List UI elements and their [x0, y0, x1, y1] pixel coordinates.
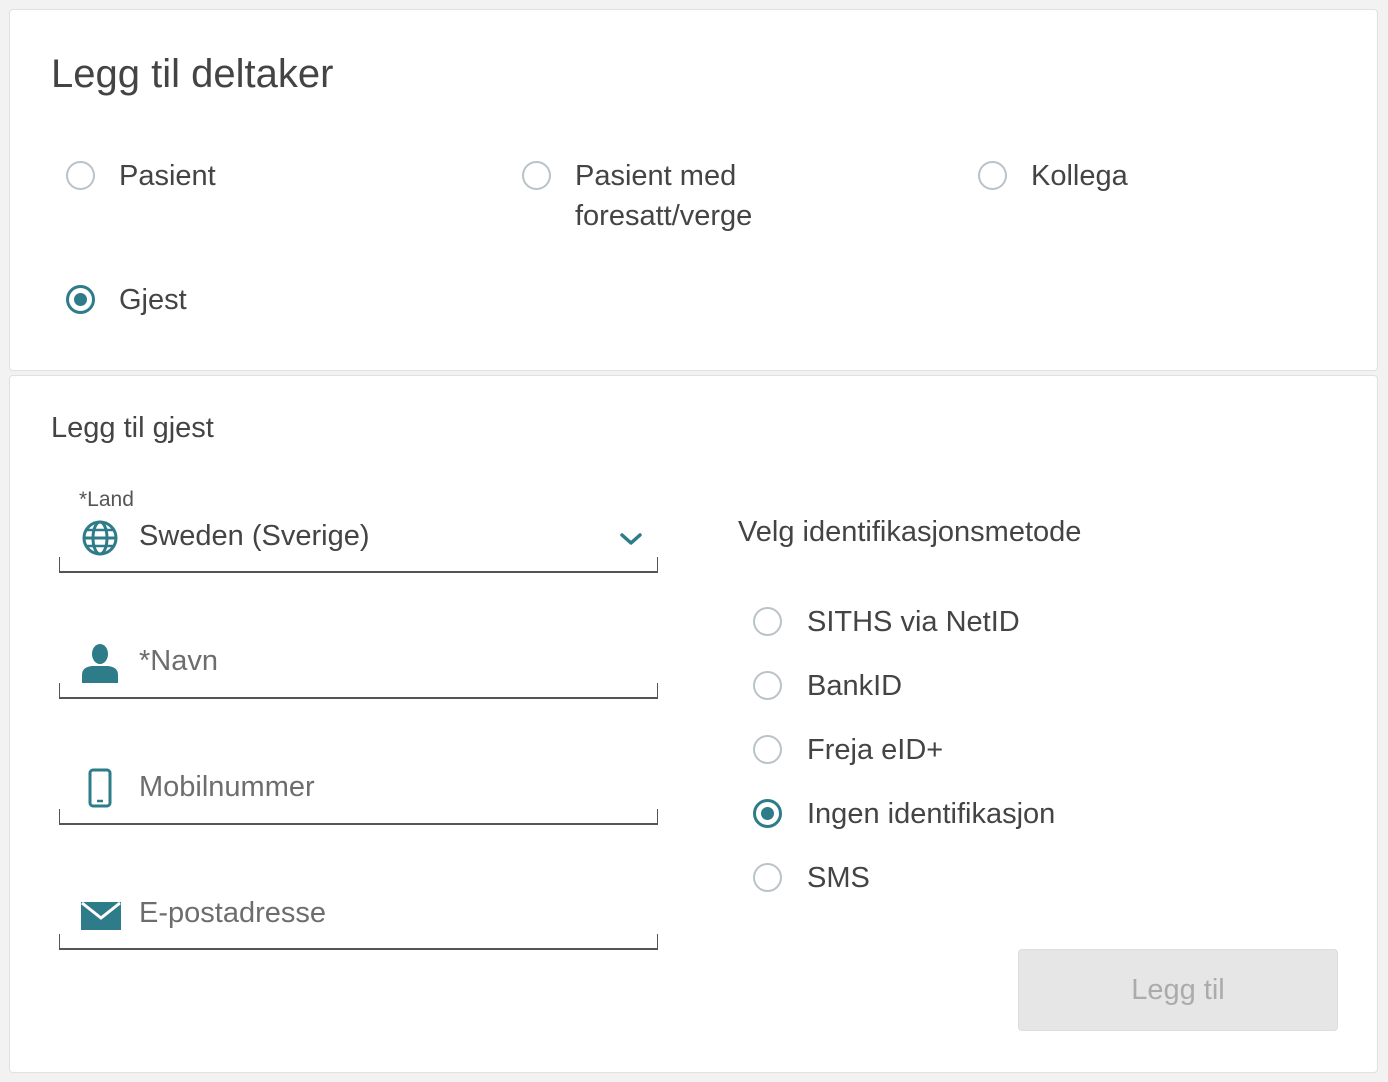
email-underline — [59, 934, 658, 950]
participant-type-card: Legg til deltaker Pasient Pasient med fo… — [9, 9, 1378, 371]
radio-label-gjest[interactable]: Gjest — [119, 280, 187, 320]
name-underline — [59, 683, 658, 699]
identification-title: Velg identifikasjonsmetode — [738, 516, 1082, 548]
radio-label-pasient-med-line2[interactable]: foresatt/verge — [575, 196, 752, 236]
chevron-down-icon[interactable] — [619, 531, 643, 547]
name-input[interactable]: *Navn — [139, 645, 218, 678]
mobile-input[interactable]: Mobilnummer — [139, 771, 315, 804]
radio-pasient[interactable] — [66, 161, 95, 190]
radio-label-sms[interactable]: SMS — [807, 858, 870, 898]
radio-ingen[interactable] — [753, 799, 782, 828]
email-input[interactable]: E-postadresse — [139, 897, 326, 930]
country-label: *Land — [79, 488, 134, 511]
mobile-phone-icon — [88, 768, 112, 808]
person-icon — [82, 644, 118, 683]
country-underline — [59, 557, 658, 573]
country-value[interactable]: Sweden (Sverige) — [139, 520, 370, 553]
globe-icon — [82, 520, 118, 556]
mobile-underline — [59, 809, 658, 825]
radio-label-pasient-med-line1[interactable]: Pasient med — [575, 156, 736, 196]
radio-gjest[interactable] — [66, 285, 95, 314]
radio-label-kollega[interactable]: Kollega — [1031, 156, 1128, 196]
radio-label-pasient[interactable]: Pasient — [119, 156, 216, 196]
radio-siths[interactable] — [753, 607, 782, 636]
radio-label-siths[interactable]: SITHS via NetID — [807, 602, 1020, 642]
radio-freja[interactable] — [753, 735, 782, 764]
guest-form-card: Legg til gjest *Land Sweden (Sverige) *N… — [9, 375, 1378, 1073]
add-button[interactable]: Legg til — [1018, 949, 1338, 1031]
radio-pasient-med-foresatt[interactable] — [522, 161, 551, 190]
radio-label-ingen[interactable]: Ingen identifikasjon — [807, 794, 1055, 834]
radio-sms[interactable] — [753, 863, 782, 892]
radio-label-freja[interactable]: Freja eID+ — [807, 730, 943, 770]
radio-bankid[interactable] — [753, 671, 782, 700]
radio-kollega[interactable] — [978, 161, 1007, 190]
radio-label-bankid[interactable]: BankID — [807, 666, 902, 706]
guest-form-title: Legg til gjest — [51, 412, 214, 444]
envelope-icon — [81, 902, 121, 930]
page-title: Legg til deltaker — [51, 52, 334, 96]
